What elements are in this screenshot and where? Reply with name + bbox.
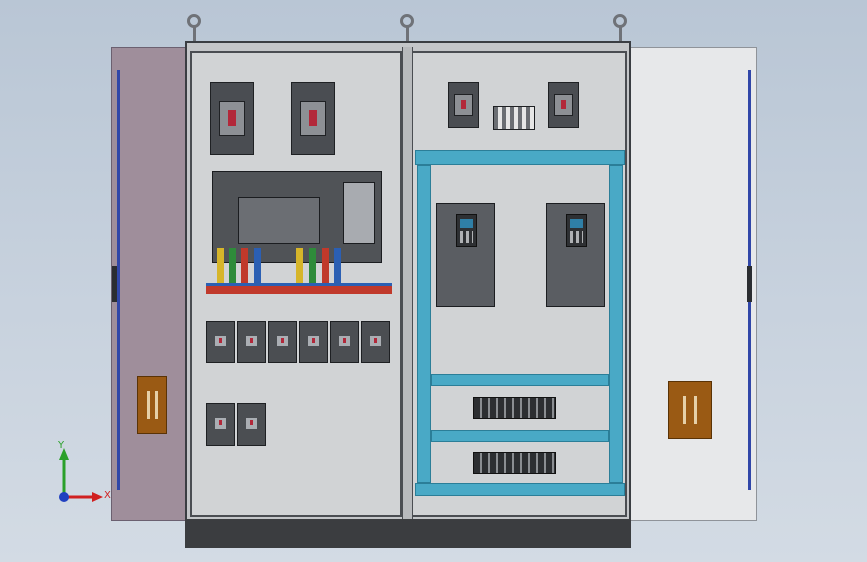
cable-duct-mid-2 <box>431 430 609 442</box>
left-door-latch[interactable] <box>112 266 117 302</box>
aux-breaker-1[interactable] <box>206 403 235 446</box>
left-door[interactable] <box>111 47 186 521</box>
cable-duct-bottom <box>415 483 625 496</box>
right-door[interactable] <box>630 47 757 521</box>
cable-duct-top <box>415 150 625 165</box>
door-handle-icon[interactable] <box>137 376 167 434</box>
eyebolt-icon-left <box>187 14 201 28</box>
feeder-breaker-2[interactable] <box>237 321 266 363</box>
frequency-drive-1[interactable] <box>436 203 495 307</box>
eyebolt-stem <box>619 27 622 42</box>
cable-duct-mid-1 <box>431 374 609 386</box>
feeder-breaker-3[interactable] <box>268 321 297 363</box>
axis-y-label: Y <box>58 440 65 451</box>
feeder-breaker-4[interactable] <box>299 321 328 363</box>
fuse-block[interactable] <box>493 106 535 130</box>
feeder-breaker-1[interactable] <box>206 321 235 363</box>
center-post <box>402 47 413 519</box>
cable-duct-left <box>417 165 431 483</box>
control-breaker-2[interactable] <box>548 82 579 128</box>
right-door-latch[interactable] <box>747 266 752 302</box>
distribution-bus <box>206 283 392 294</box>
feeder-breaker-6[interactable] <box>361 321 390 363</box>
cabinet-plinth <box>185 519 631 548</box>
terminal-block-1[interactable] <box>473 397 556 419</box>
eyebolt-icon-center <box>400 14 414 28</box>
cable-duct-right <box>609 165 623 483</box>
terminal-block-2[interactable] <box>473 452 556 474</box>
left-mounting-panel <box>190 51 402 517</box>
eyebolt-stem <box>406 27 409 42</box>
right-mounting-panel <box>411 51 627 517</box>
axis-x-label: X <box>104 490 111 501</box>
axis-triad-icon: Y X <box>50 440 111 510</box>
main-breaker-2[interactable] <box>291 82 335 155</box>
left-door-lock-rod <box>117 70 120 490</box>
aux-breaker-2[interactable] <box>237 403 266 446</box>
feeder-breaker-5[interactable] <box>330 321 359 363</box>
transfer-switch-control[interactable] <box>343 182 375 244</box>
eyebolt-stem <box>193 27 196 42</box>
frequency-drive-2[interactable] <box>546 203 605 307</box>
door-handle-icon[interactable] <box>668 381 712 439</box>
main-breaker-1[interactable] <box>210 82 254 155</box>
eyebolt-icon-right <box>613 14 627 28</box>
control-breaker-1[interactable] <box>448 82 479 128</box>
